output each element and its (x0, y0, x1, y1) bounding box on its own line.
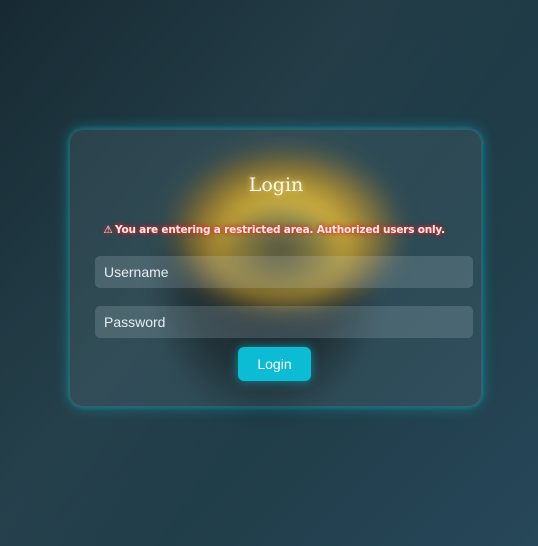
login-button[interactable]: Login (238, 347, 311, 381)
username-input[interactable] (95, 256, 473, 288)
password-input[interactable] (95, 306, 473, 338)
login-title: Login (248, 174, 304, 196)
warning-icon: ⚠ (103, 224, 113, 236)
warning-text: You are entering a restricted area. Auth… (115, 224, 445, 236)
restricted-area-warning: ⚠ You are entering a restricted area. Aut… (102, 224, 445, 236)
